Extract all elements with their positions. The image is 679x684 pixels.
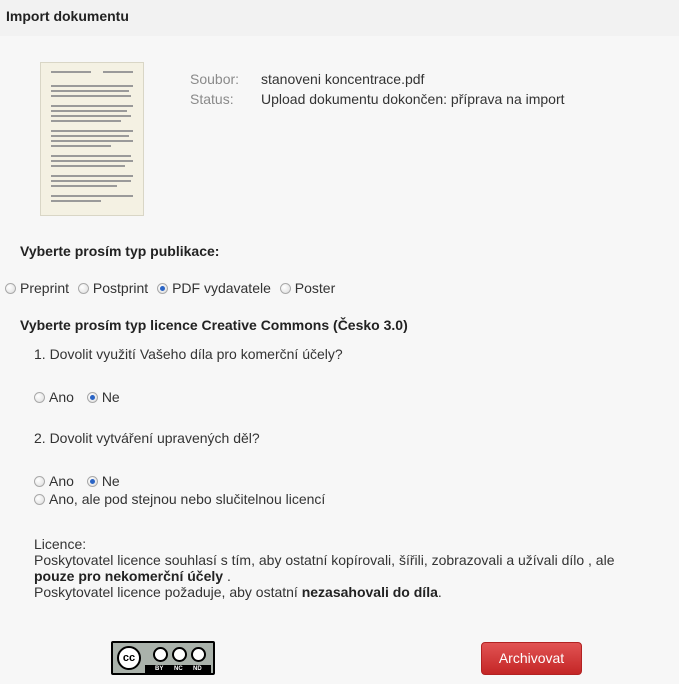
radio-derivatives-ne[interactable]: Ne [86, 472, 120, 490]
derivatives-group: Ano Ne [34, 472, 125, 490]
cc-icon: cc [117, 646, 141, 670]
file-name: stanoveni koncentrace.pdf [261, 71, 425, 87]
derivatives-sharealike-row: Ano, ale pod stejnou nebo slučitelnou li… [34, 490, 330, 508]
status-label: Status: [190, 91, 234, 107]
radio-checked-icon[interactable] [86, 475, 98, 487]
licence-description: Licence: Poskytovatel licence souhlasí s… [34, 536, 674, 600]
radio-pdf-vydavatele[interactable]: PDF vydavatele [157, 279, 271, 297]
radio-commercial-ne[interactable]: Ne [86, 388, 120, 406]
file-label: Soubor: [190, 71, 240, 87]
radio-checked-icon[interactable] [157, 282, 169, 294]
cc-nc-label: NC [174, 666, 183, 672]
cc-by-label: BY [155, 666, 164, 672]
radio-icon[interactable] [34, 475, 45, 487]
radio-postprint[interactable]: Postprint [77, 279, 148, 297]
radio-preprint[interactable]: Preprint [5, 279, 69, 297]
nd-noderivatives-icon [191, 647, 206, 662]
document-thumbnail [40, 62, 144, 216]
radio-icon[interactable] [34, 493, 45, 505]
status-value: Upload dokumentu dokončen: příprava na i… [261, 91, 565, 107]
radio-checked-icon[interactable] [86, 391, 98, 403]
page: Import dokumentu Soubor: stanoveni koncen… [0, 0, 679, 684]
archive-button[interactable]: Archivovat [481, 642, 582, 675]
nc-noncommercial-icon [172, 647, 187, 662]
file-info: Soubor: stanoveni koncentrace.pdf Status:… [190, 69, 565, 109]
radio-icon[interactable] [34, 391, 45, 403]
header-bar: Import dokumentu [0, 0, 679, 36]
page-title: Import dokumentu [6, 8, 129, 24]
question-commercial-use: 1. Dovolit využití Vašeho díla pro komer… [34, 346, 343, 362]
licence-type-heading: Vyberte prosím typ licence Creative Comm… [20, 317, 408, 333]
radio-poster[interactable]: Poster [279, 279, 335, 297]
radio-derivatives-ano[interactable]: Ano [34, 472, 74, 490]
question-derivatives: 2. Dovolit vytváření upravených děl? [34, 430, 260, 446]
licence-label: Licence: [34, 536, 87, 552]
by-attribution-icon [153, 647, 168, 662]
radio-icon[interactable] [5, 282, 16, 294]
licence-line-1: Poskytovatel licence souhlasí s tím, aby… [34, 552, 615, 568]
cc-license-badge[interactable]: cc BY NC ND [111, 641, 215, 675]
radio-icon[interactable] [279, 282, 291, 294]
radio-commercial-ano[interactable]: Ano [34, 388, 74, 406]
licence-line-3: Poskytovatel licence požaduje, aby ostat… [34, 584, 442, 600]
publication-type-group: Preprint Postprint PDF vydavatele Poster [5, 279, 340, 297]
radio-icon[interactable] [77, 282, 89, 294]
cc-nd-label: ND [193, 666, 202, 672]
radio-derivatives-sharealike[interactable]: Ano, ale pod stejnou nebo slučitelnou li… [34, 490, 325, 508]
publication-type-heading: Vyberte prosím typ publikace: [20, 243, 220, 259]
commercial-use-group: Ano Ne [34, 388, 125, 406]
licence-line-2: pouze pro nekomerční účely . [34, 568, 231, 584]
